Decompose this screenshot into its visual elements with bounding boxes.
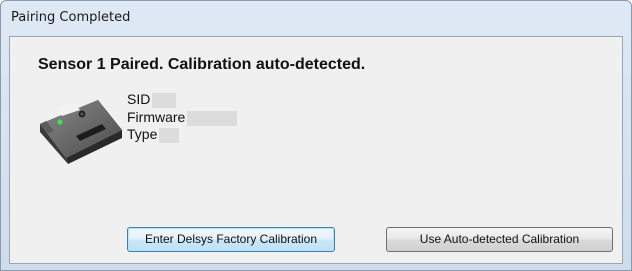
firmware-value — [187, 110, 238, 126]
title-bar[interactable]: Pairing Completed — [1, 1, 631, 37]
sid-row: SID — [127, 91, 177, 108]
auto-detected-calibration-button[interactable]: Use Auto-detected Calibration — [386, 227, 613, 252]
sid-label: SID — [127, 91, 151, 107]
window-title: Pairing Completed — [11, 10, 131, 25]
pairing-completed-dialog: Pairing Completed Sensor 1 Paired. Calib… — [0, 0, 632, 271]
dialog-body: Sensor 1 Paired. Calibration auto-detect… — [9, 36, 623, 264]
firmware-label: Firmware — [127, 109, 186, 125]
factory-calibration-button[interactable]: Enter Delsys Factory Calibration — [127, 227, 335, 252]
pairing-headline: Sensor 1 Paired. Calibration auto-detect… — [38, 56, 366, 73]
type-value — [159, 127, 180, 143]
type-label: Type — [127, 126, 158, 142]
sid-value — [152, 92, 177, 108]
type-row: Type — [127, 126, 180, 143]
sensor-device-icon — [40, 100, 122, 164]
firmware-row: Firmware — [127, 109, 238, 126]
